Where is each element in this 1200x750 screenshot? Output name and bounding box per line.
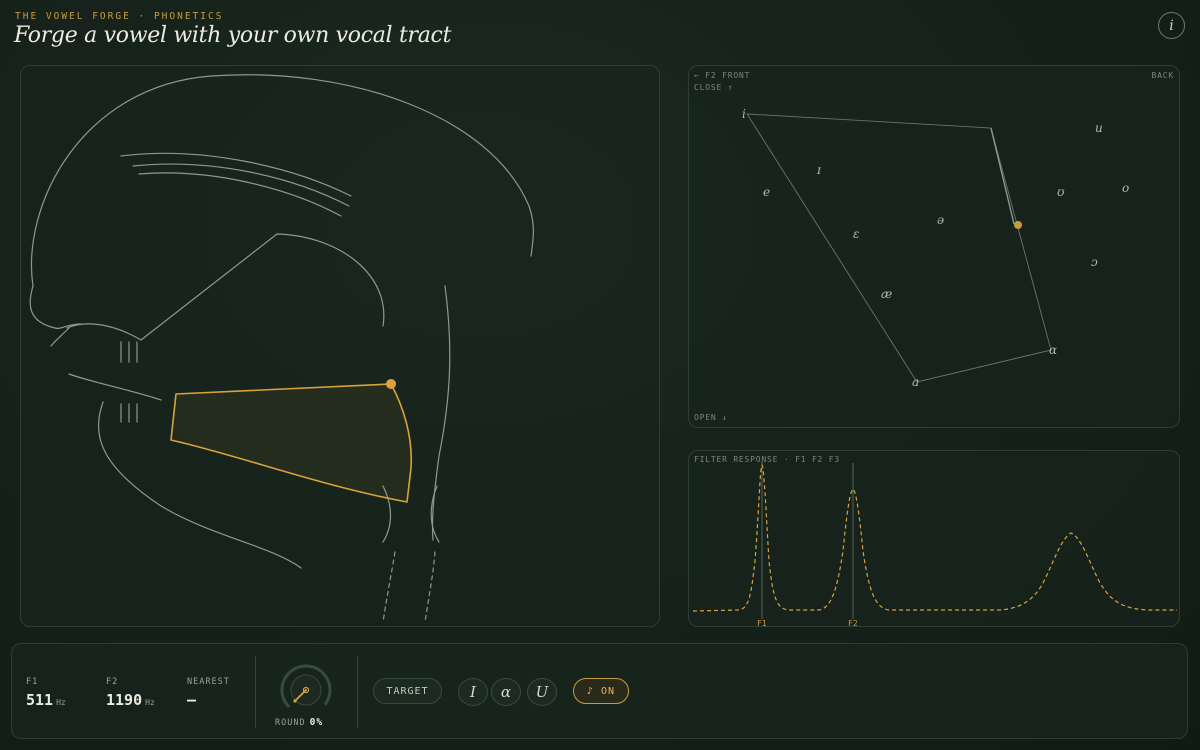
nose-bridge (29, 285, 82, 330)
vowel-i: i (742, 107, 746, 121)
round-label: ROUND (275, 718, 306, 728)
nearest-label: NEAREST (187, 677, 230, 687)
vowel-open-o: ɔ (1091, 255, 1098, 269)
f1-unit: Hz (56, 698, 66, 707)
round-readout: ROUND 0% (275, 717, 323, 728)
f2-axis-label: F2 (848, 619, 858, 628)
f1-value: 511 (26, 691, 54, 709)
app-eyebrow: THE VOWEL FORGE · PHONETICS (15, 11, 224, 22)
page-title: Forge a vowel with your own vocal tract (14, 23, 452, 48)
nearest-readout: NEAREST — (187, 677, 230, 709)
f1-readout: F1 511 Hz (26, 677, 66, 709)
lower-lip (68, 373, 162, 401)
nearest-value: — (187, 691, 197, 709)
tongue-shape (170, 383, 413, 503)
vocal-tract-diagram (29, 74, 534, 623)
f2-label: F2 (106, 677, 119, 687)
round-value: 0% (309, 717, 324, 728)
vowel-quadrilateral: i ɪ e ɛ æ ə u ʊ o ɔ ɑ a (742, 107, 1129, 389)
divider (255, 656, 256, 728)
filter-response-curve: F1 F2 (692, 461, 1177, 628)
vowel-epsilon: ɛ (853, 227, 859, 241)
vowel-a: a (912, 375, 919, 389)
vowel-o: o (1122, 181, 1129, 195)
target-button[interactable]: TARGET (373, 678, 442, 704)
formant-curve (692, 464, 1177, 612)
vowel-script-a: ɑ (1049, 343, 1057, 357)
preset-button-i[interactable]: I (458, 678, 488, 706)
vowel-upsilon: ʊ (1057, 185, 1065, 199)
vowel-chart-panel[interactable]: ← F2 FRONT BACK CLOSE ↑ OPEN ↓ i ɪ e ɛ æ… (688, 65, 1180, 428)
info-icon: i (1169, 17, 1174, 34)
vowel-ash: æ (881, 287, 892, 301)
f2-unit: Hz (145, 698, 155, 707)
tongue-handle (386, 379, 396, 389)
upper-lip (66, 323, 142, 341)
quadrilateral-outline (746, 113, 1052, 383)
divider (357, 656, 358, 728)
filter-response-panel: FILTER RESPONSE · F1 F2 F3 F1 F2 (688, 450, 1180, 628)
info-button[interactable]: i (1158, 12, 1185, 39)
vowel-small-capital-i: ɪ (816, 163, 822, 177)
current-vowel-marker (1014, 221, 1022, 229)
vowel-u: u (1095, 121, 1103, 135)
control-bar: F1 511 Hz F2 1190 Hz NEAREST — ROUND 0% TAR… (11, 643, 1188, 739)
f1-label: F1 (26, 677, 39, 687)
vowel-e: e (763, 185, 770, 199)
f2-value: 1190 (106, 691, 143, 709)
vocal-tract-panel[interactable] (20, 65, 660, 627)
preset-button-alpha[interactable]: ɑ (491, 678, 521, 706)
palate (140, 233, 385, 341)
preset-button-u[interactable]: U (527, 678, 557, 706)
f2-readout: F2 1190 Hz (106, 677, 155, 709)
knob-dial-icon (280, 664, 332, 716)
round-knob[interactable] (276, 660, 336, 720)
f1-axis-label: F1 (757, 619, 767, 628)
pharynx-back (431, 285, 451, 541)
sound-toggle-button[interactable]: ♪ ON (573, 678, 629, 704)
vowel-schwa: ə (937, 213, 944, 227)
